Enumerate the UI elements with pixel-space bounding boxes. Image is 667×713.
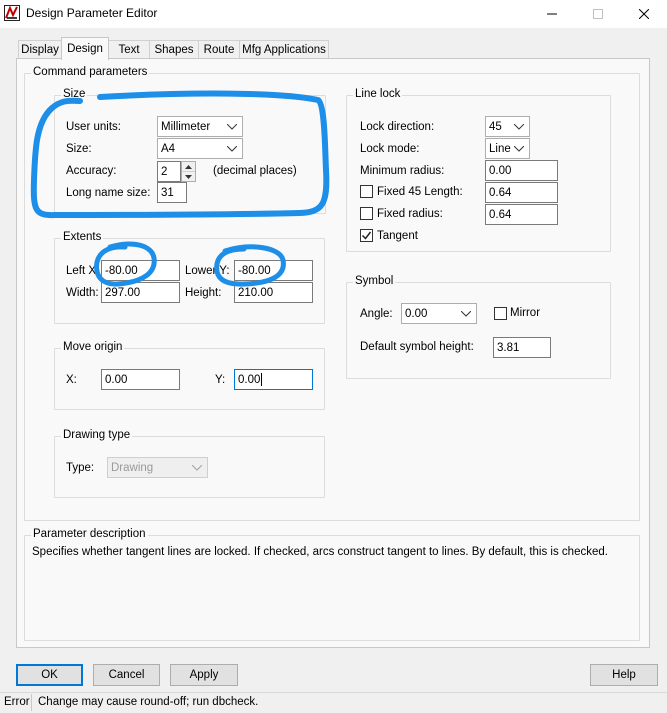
left-x-input[interactable]: -80.00 — [101, 260, 180, 281]
lower-y-label: Lower Y: — [185, 265, 230, 277]
fixed-radius-input[interactable]: 0.64 — [485, 204, 558, 225]
symbol-title: Symbol — [353, 275, 396, 287]
chevron-down-icon — [512, 122, 526, 132]
minimum-radius-input[interactable]: 0.00 — [485, 160, 558, 181]
long-name-size-input[interactable]: 31 — [157, 182, 187, 203]
fixed-radius-label: Fixed radius: — [377, 208, 443, 220]
lock-direction-select[interactable]: 45 — [485, 116, 530, 137]
tab-shapes[interactable]: Shapes — [149, 40, 199, 59]
height-label: Height: — [185, 287, 222, 299]
origin-x-input[interactable]: 0.00 — [101, 369, 180, 390]
height-input[interactable]: 210.00 — [234, 282, 313, 303]
line-lock-title: Line lock — [353, 88, 403, 100]
lock-mode-label: Lock mode: — [360, 143, 420, 155]
angle-select[interactable]: 0.00 — [401, 303, 477, 324]
parameter-description-text: Specifies whether tangent lines are lock… — [32, 546, 608, 558]
chevron-down-icon — [459, 309, 473, 319]
chevron-down-icon — [190, 463, 204, 473]
text-cursor — [261, 373, 263, 386]
size-select[interactable]: A4 — [157, 138, 243, 159]
fixed-45-length-input[interactable]: 0.64 — [485, 182, 558, 203]
lower-y-input[interactable]: -80.00 — [234, 260, 313, 281]
help-button[interactable]: Help — [590, 664, 658, 686]
origin-x-label: X: — [66, 374, 77, 386]
tangent-checkbox[interactable] — [360, 229, 373, 242]
close-button[interactable] — [621, 0, 667, 28]
status-type: Error — [4, 696, 30, 708]
mirror-checkbox[interactable] — [494, 307, 507, 320]
status-divider — [31, 694, 32, 711]
status-message: Change may cause round-off; run dbcheck. — [38, 696, 259, 708]
symbol-group: Symbol — [346, 275, 611, 379]
user-units-label: User units: — [66, 121, 121, 133]
tab-route[interactable]: Route — [198, 40, 240, 59]
user-units-select[interactable]: Millimeter — [157, 116, 243, 137]
accuracy-input[interactable]: 2 — [157, 161, 181, 182]
tab-mfg-applications[interactable]: Mfg Applications — [239, 40, 329, 59]
angle-label: Angle: — [360, 308, 393, 320]
long-name-size-label: Long name size: — [66, 187, 151, 199]
chevron-down-icon — [225, 122, 239, 132]
app-icon — [4, 5, 20, 21]
chevron-down-icon — [512, 144, 526, 154]
checkmark-icon — [361, 231, 372, 240]
accuracy-label: Accuracy: — [66, 165, 117, 177]
maximize-icon — [593, 9, 603, 19]
tangent-label: Tangent — [377, 230, 418, 242]
minimum-radius-label: Minimum radius: — [360, 165, 445, 177]
fixed-radius-checkbox[interactable] — [360, 207, 373, 220]
lock-mode-select[interactable]: Line — [485, 138, 530, 159]
ok-button[interactable]: OK — [16, 664, 83, 686]
command-parameters-title: Command parameters — [31, 66, 150, 78]
origin-y-label: Y: — [215, 374, 226, 386]
title-bar: Design Parameter Editor — [0, 0, 667, 28]
mirror-label: Mirror — [510, 307, 541, 319]
drawing-type-title: Drawing type — [61, 429, 133, 441]
parameter-description-title: Parameter description — [31, 528, 148, 540]
width-label: Width: — [66, 287, 99, 299]
size-title: Size — [61, 88, 88, 100]
extents-group: Extents — [54, 231, 325, 324]
apply-button[interactable]: Apply — [170, 664, 238, 686]
default-symbol-height-label: Default symbol height: — [360, 341, 474, 353]
drawing-type-select[interactable]: Drawing — [107, 457, 208, 478]
origin-y-input[interactable]: 0.00 — [234, 369, 313, 390]
lock-direction-label: Lock direction: — [360, 121, 435, 133]
fixed-45-length-checkbox[interactable] — [360, 185, 373, 198]
extents-title: Extents — [61, 231, 104, 243]
default-symbol-height-input[interactable]: 3.81 — [493, 337, 551, 358]
move-origin-title: Move origin — [61, 341, 125, 353]
minimize-button[interactable] — [529, 0, 575, 28]
size-label: Size: — [66, 143, 92, 155]
spin-up-icon[interactable] — [182, 162, 195, 172]
tab-design[interactable]: Design — [61, 37, 109, 60]
window-title: Design Parameter Editor — [26, 6, 158, 20]
left-x-label: Left X: — [66, 265, 100, 277]
tab-text[interactable]: Text — [108, 40, 150, 59]
close-icon — [639, 9, 649, 19]
width-input[interactable]: 297.00 — [101, 282, 180, 303]
accuracy-suffix: (decimal places) — [213, 165, 297, 177]
accuracy-spinner[interactable] — [181, 161, 196, 182]
fixed-45-length-label: Fixed 45 Length: — [377, 186, 463, 198]
spin-down-icon[interactable] — [182, 172, 195, 181]
status-bar: Error Change may cause round-off; run db… — [0, 692, 667, 713]
maximize-button[interactable] — [575, 0, 621, 28]
drawing-type-label: Type: — [66, 462, 95, 474]
tab-display[interactable]: Display — [18, 40, 62, 59]
cancel-button[interactable]: Cancel — [93, 664, 160, 686]
chevron-down-icon — [225, 144, 239, 154]
minimize-icon — [547, 13, 557, 15]
